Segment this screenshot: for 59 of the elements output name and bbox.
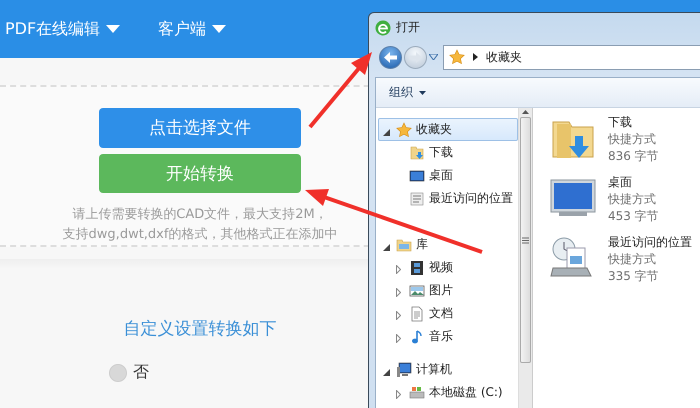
tree-item[interactable]: 本地磁盘 (C:): [378, 381, 518, 404]
document-icon: [409, 306, 425, 322]
picture-icon: [409, 282, 425, 298]
folder-icon: [409, 144, 425, 160]
star-icon: [449, 49, 465, 65]
collapsed-arrow-icon[interactable]: [396, 265, 401, 274]
file-size: 836 字节: [608, 148, 659, 165]
organize-menu[interactable]: 组织: [389, 84, 426, 101]
file-size: 335 字节: [608, 268, 660, 285]
tree-item[interactable]: 视频: [378, 256, 518, 279]
star-icon: [396, 122, 412, 138]
computer-icon: [396, 362, 412, 378]
upload-hint: 请上传需要转换的CAD文件，最大支持2M， 支持dwg,dwt,dxf的格式，其他格式正在添加中: [62, 206, 338, 244]
dialog-title: 打开: [396, 19, 420, 36]
grip-icon: [522, 236, 529, 244]
file-type: 快捷方式: [608, 131, 657, 148]
caret-icon: [212, 25, 226, 33]
settings-title: 自定义设置转换如下: [124, 318, 276, 340]
back-button[interactable]: [379, 46, 402, 68]
scrollbar-thumb[interactable]: [520, 117, 531, 363]
file-name[interactable]: 最近访问的位置: [608, 234, 692, 251]
tree-item[interactable]: 库: [378, 233, 518, 256]
scroll-up-icon[interactable]: [522, 110, 529, 114]
tree-item[interactable]: 下载: [378, 141, 518, 164]
tree-item[interactable]: 桌面: [378, 164, 518, 187]
tree-item[interactable]: 计算机: [378, 358, 518, 381]
document-stack-icon: [409, 190, 425, 206]
tree-item[interactable]: 收藏夹: [378, 118, 518, 141]
expanded-arrow-icon[interactable]: [383, 129, 390, 136]
expanded-arrow-icon[interactable]: [383, 369, 390, 376]
caret-icon: [419, 90, 426, 94]
tree-item[interactable]: 最近访问的位置: [378, 187, 518, 210]
monitor-icon: [409, 168, 425, 184]
tree-item[interactable]: 文档: [378, 302, 518, 325]
film-icon: [409, 260, 425, 276]
arrow-left-icon: [384, 52, 397, 62]
file-name[interactable]: 桌面: [608, 174, 659, 191]
tree-item[interactable]: 图片: [378, 279, 518, 302]
collapsed-arrow-icon[interactable]: [396, 311, 401, 320]
arrow-right-icon: [409, 52, 422, 62]
caret-icon: [106, 25, 120, 33]
option-label: 否: [133, 362, 149, 383]
tree-item[interactable]: 音乐: [378, 325, 518, 348]
forward-button[interactable]: [404, 46, 427, 68]
chevron-icon: [473, 53, 478, 61]
expanded-arrow-icon[interactable]: [383, 244, 390, 251]
dropdown-caret-icon[interactable]: [429, 54, 438, 60]
collapsed-arrow-icon[interactable]: [396, 288, 401, 297]
collapsed-arrow-icon[interactable]: [396, 334, 401, 343]
collapsed-arrow-icon[interactable]: [396, 390, 401, 399]
file-type: 快捷方式: [608, 191, 657, 208]
folder-icon: [396, 236, 412, 252]
disk-icon: [409, 384, 425, 400]
file-size: 453 字节: [608, 208, 659, 225]
browser-logo-icon: [375, 20, 391, 36]
address-bar[interactable]: 收藏夹: [443, 44, 700, 70]
file-name[interactable]: 下载: [608, 114, 659, 131]
file-type: 快捷方式: [608, 251, 657, 268]
radio-button[interactable]: [109, 364, 127, 382]
